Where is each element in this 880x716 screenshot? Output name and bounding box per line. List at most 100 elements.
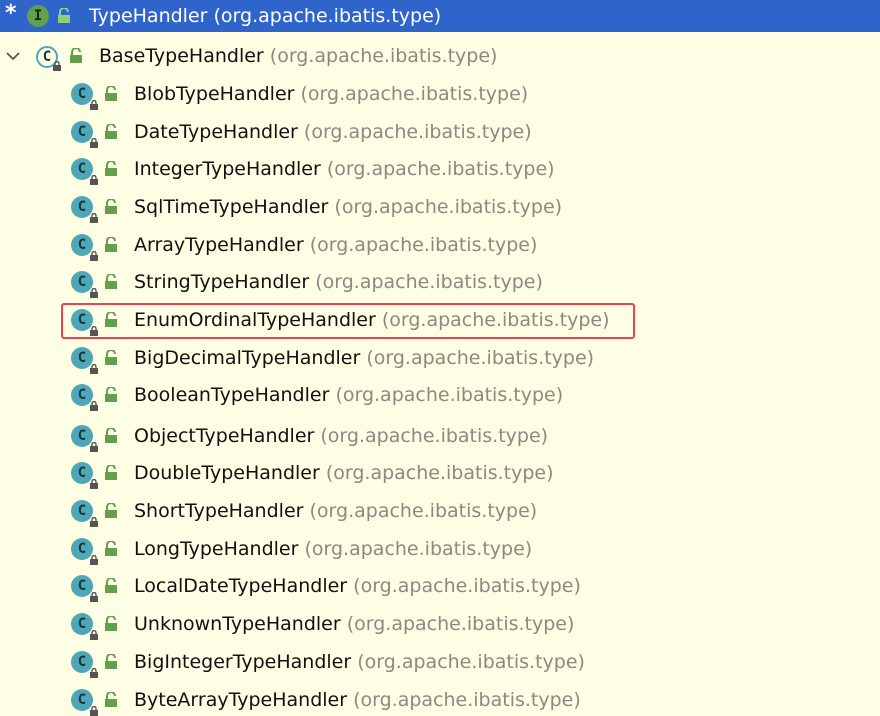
interface-icon-letter: I — [33, 8, 43, 24]
class-name: IntegerTypeHandler — [134, 158, 321, 180]
tree-node-child[interactable]: C BigDecimalTypeHandler (org.apache.ibati… — [0, 341, 880, 375]
package-name: (org.apache.ibatis.type) — [353, 689, 581, 711]
class-icon-letter: C — [77, 274, 87, 290]
public-access-icon — [105, 350, 117, 365]
tree-node-child[interactable]: C DoubleTypeHandler (org.apache.ibatis.ty… — [0, 456, 880, 490]
package-name: (org.apache.ibatis.type) — [346, 613, 575, 635]
abstract-class-icon: C — [36, 46, 61, 71]
node-label: ObjectTypeHandler (org.apache.ibatis.typ… — [134, 425, 548, 447]
package-name: (org.apache.ibatis.type) — [320, 425, 549, 447]
lock-icon — [90, 288, 98, 298]
node-label: LongTypeHandler (org.apache.ibatis.type) — [134, 538, 532, 560]
node-label: SqlTimeTypeHandler (org.apache.ibatis.ty… — [134, 196, 562, 218]
class-icon-letter: C — [77, 578, 87, 594]
class-icon: C — [71, 425, 98, 452]
node-label: UnknownTypeHandler (org.apache.ibatis.ty… — [134, 613, 574, 635]
tree-node-base[interactable]: C BaseTypeHandler (org.apache.ibatis.typ… — [0, 39, 880, 73]
package-name: (org.apache.ibatis.type) — [353, 575, 581, 597]
class-icon-letter: C — [77, 312, 87, 328]
class-icon: C — [71, 689, 98, 716]
public-access-icon — [105, 692, 117, 707]
tree-node-child[interactable]: C BlobTypeHandler (org.apache.ibatis.type… — [0, 77, 880, 111]
public-access-icon — [105, 578, 117, 593]
class-icon-letter: C — [77, 199, 87, 215]
package-name: (org.apache.ibatis.type) — [309, 500, 538, 522]
tree-node-child[interactable]: C BooleanTypeHandler (org.apache.ibatis.t… — [0, 378, 880, 412]
tree-node-child[interactable]: C UnknownTypeHandler (org.apache.ibatis.t… — [0, 607, 880, 641]
class-name: EnumOrdinalTypeHandler — [134, 309, 376, 331]
package-name: (org.apache.ibatis.type) — [325, 462, 554, 484]
class-icon: C — [71, 196, 98, 223]
type-hierarchy-tree: * I TypeHandler (org.apache.ibatis.type)… — [0, 0, 880, 716]
lock-icon — [90, 364, 98, 374]
class-name: SqlTimeTypeHandler — [134, 196, 329, 218]
class-name: BigIntegerTypeHandler — [134, 651, 352, 673]
public-access-icon — [58, 8, 70, 23]
public-access-icon — [105, 161, 117, 176]
lock-icon — [90, 138, 98, 148]
class-name: BooleanTypeHandler — [134, 384, 330, 406]
class-name: ArrayTypeHandler — [134, 234, 304, 256]
public-access-icon — [105, 465, 117, 480]
node-label: ByteArrayTypeHandler (org.apache.ibatis.… — [134, 689, 581, 711]
class-name: UnknownTypeHandler — [134, 613, 341, 635]
public-access-icon — [105, 503, 117, 518]
public-access-icon — [105, 237, 117, 252]
current-node-marker: * — [5, 1, 17, 26]
class-icon-letter: C — [77, 465, 87, 481]
package-name: (org.apache.ibatis.type) — [357, 651, 585, 673]
tree-node-child[interactable]: C BigIntegerTypeHandler (org.apache.ibati… — [0, 645, 880, 679]
class-icon-letter: C — [77, 541, 87, 557]
lock-icon — [90, 668, 98, 678]
class-icon-letter: C — [77, 428, 87, 444]
class-icon-letter: C — [77, 616, 87, 632]
class-icon-letter: C — [42, 49, 52, 65]
public-access-icon — [105, 312, 117, 327]
class-name: LongTypeHandler — [134, 538, 299, 560]
node-label: IntegerTypeHandler (org.apache.ibatis.ty… — [134, 158, 555, 180]
lock-icon — [53, 61, 61, 71]
class-name: ObjectTypeHandler — [134, 425, 315, 447]
lock-icon — [90, 326, 98, 336]
class-icon: C — [71, 384, 98, 411]
class-icon-letter: C — [77, 161, 87, 177]
tree-node-child[interactable]: C IntegerTypeHandler (org.apache.ibatis.t… — [0, 152, 880, 186]
tree-node-child[interactable]: C LongTypeHandler (org.apache.ibatis.type… — [0, 532, 880, 566]
tree-node-child[interactable]: C LocalDateTypeHandler (org.apache.ibatis… — [0, 569, 880, 603]
tree-node-child[interactable]: C SqlTimeTypeHandler (org.apache.ibatis.t… — [0, 190, 880, 224]
package-name: (org.apache.ibatis.type) — [269, 45, 498, 67]
tree-node-child[interactable]: C ShortTypeHandler (org.apache.ibatis.typ… — [0, 494, 880, 528]
lock-icon — [90, 100, 98, 110]
tree-node-child[interactable]: C EnumOrdinalTypeHandler (org.apache.ibat… — [0, 303, 880, 337]
public-access-icon — [105, 199, 117, 214]
class-name: BlobTypeHandler — [134, 83, 295, 105]
node-label: BlobTypeHandler (org.apache.ibatis.type) — [134, 83, 528, 105]
class-icon: C — [71, 309, 98, 336]
class-icon: C — [71, 651, 98, 678]
class-name: BigDecimalTypeHandler — [134, 347, 361, 369]
class-icon-letter: C — [77, 387, 87, 403]
node-label: DoubleTypeHandler (org.apache.ibatis.typ… — [134, 462, 554, 484]
public-access-icon — [105, 86, 117, 101]
chevron-down-icon[interactable] — [4, 47, 22, 65]
public-access-icon — [105, 428, 117, 443]
tree-node-root[interactable]: * I TypeHandler (org.apache.ibatis.type) — [0, 0, 880, 32]
class-name: BaseTypeHandler — [99, 45, 264, 67]
tree-node-child[interactable]: C ByteArrayTypeHandler (org.apache.ibatis… — [0, 683, 880, 716]
tree-node-child[interactable]: C ArrayTypeHandler (org.apache.ibatis.typ… — [0, 228, 880, 262]
class-name: DateTypeHandler — [134, 121, 298, 143]
class-name: ShortTypeHandler — [134, 500, 304, 522]
tree-node-child[interactable]: C StringTypeHandler (org.apache.ibatis.ty… — [0, 265, 880, 299]
lock-icon — [90, 555, 98, 565]
tree-node-child[interactable]: C ObjectTypeHandler (org.apache.ibatis.ty… — [0, 419, 880, 453]
class-name: DoubleTypeHandler — [134, 462, 320, 484]
public-access-icon — [105, 654, 117, 669]
public-access-icon — [70, 48, 82, 63]
tree-node-child[interactable]: C DateTypeHandler (org.apache.ibatis.type… — [0, 115, 880, 149]
node-label: BooleanTypeHandler (org.apache.ibatis.ty… — [134, 384, 563, 406]
class-icon-letter: C — [77, 654, 87, 670]
class-icon: C — [71, 538, 98, 565]
package-name: (org.apache.ibatis.type) — [334, 196, 563, 218]
lock-icon — [90, 442, 98, 452]
public-access-icon — [105, 541, 117, 556]
